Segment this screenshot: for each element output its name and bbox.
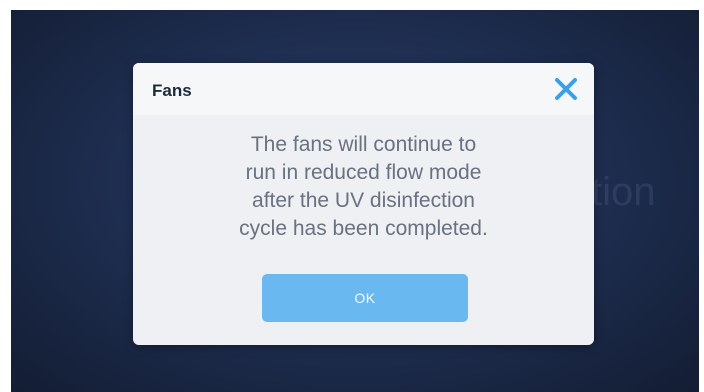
dialog-header: Fans [133,63,594,115]
message-line: cycle has been completed. [239,217,488,240]
dialog-message: The fans will continue to run in reduced… [163,131,564,243]
ok-button[interactable]: OK [262,274,468,322]
close-button[interactable] [550,73,582,105]
message-line: after the UV disinfection [252,189,475,212]
message-line: run in reduced flow mode [245,161,482,184]
fans-dialog: Fans The fans will continue to run in re… [133,63,594,345]
background-text: tion [591,170,656,214]
message-line: The fans will continue to [250,133,477,156]
device-screen: tion Fans The fans will continue to run … [11,10,699,392]
close-icon [555,78,577,100]
dialog-title: Fans [152,81,192,100]
